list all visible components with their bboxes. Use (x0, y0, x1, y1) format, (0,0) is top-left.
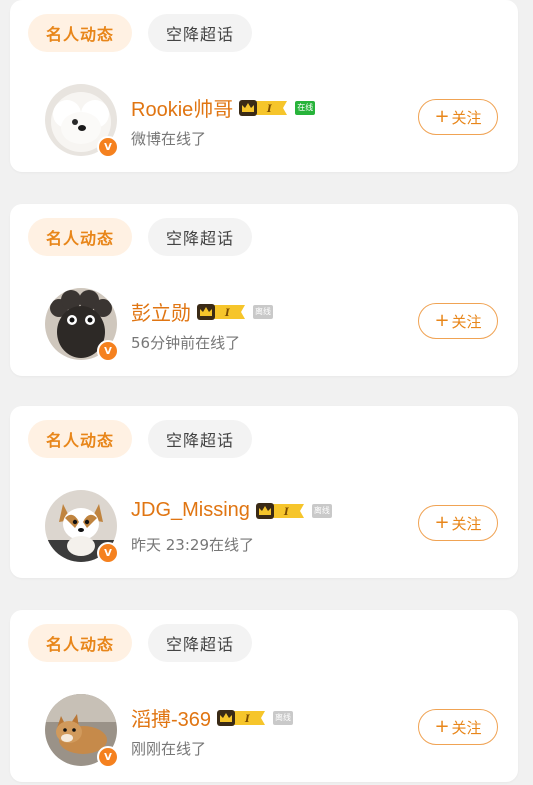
avatar[interactable]: V (45, 288, 119, 362)
svg-text:I: I (283, 507, 289, 518)
tab-celebrity-updates[interactable]: 名人动态 (28, 624, 133, 662)
avatar[interactable]: V (45, 84, 119, 158)
plus-icon: + (434, 310, 450, 331)
tab-super-topic[interactable]: 空降超话 (148, 420, 253, 458)
follow-button[interactable]: + 关注 (418, 505, 498, 541)
user-name[interactable]: 彭立勋 (131, 297, 191, 326)
verified-badge-icon: V (97, 136, 119, 158)
tab-celebrity-updates[interactable]: 名人动态 (28, 14, 133, 52)
offline-status-badge: 离线 (253, 304, 273, 319)
verified-badge-icon: V (97, 746, 119, 768)
user-name[interactable]: JDG_Missing (131, 499, 250, 522)
user-card: 名人动态 空降超话 V 滔搏-369 I 离线 刚刚在线了 + 关注 (10, 610, 518, 782)
plus-icon: + (434, 716, 450, 737)
card-tabs: 名人动态 空降超话 (28, 218, 253, 256)
tab-super-topic[interactable]: 空降超话 (148, 218, 253, 256)
follow-button[interactable]: + 关注 (418, 709, 498, 745)
svg-text:I: I (224, 308, 230, 319)
vip-crown-icon[interactable]: I (255, 502, 306, 520)
tab-celebrity-updates[interactable]: 名人动态 (28, 218, 133, 256)
plus-icon: + (434, 106, 450, 127)
plus-icon: + (434, 512, 450, 533)
offline-status-badge: 离线 (311, 503, 332, 518)
online-status-badge: 在线 (295, 100, 316, 115)
follow-label: 关注 (451, 718, 482, 737)
avatar[interactable]: V (45, 694, 119, 768)
offline-status-badge: 离线 (273, 710, 294, 725)
follow-button[interactable]: + 关注 (418, 303, 498, 339)
avatar[interactable]: V (45, 490, 119, 564)
user-name[interactable]: 滔搏-369 (131, 703, 211, 732)
name-row: 彭立勋 I 离线 (131, 297, 273, 326)
follow-label: 关注 (451, 108, 482, 127)
follow-label: 关注 (451, 514, 482, 533)
card-tabs: 名人动态 空降超话 (28, 420, 253, 458)
name-row: Rookie帅哥 I 在线 (131, 93, 316, 122)
user-card: 名人动态 空降超话 V JDG_Missing I 离线 昨天 23:29在线了… (10, 406, 518, 578)
online-time-text: 刚刚在线了 (131, 740, 207, 758)
user-card: 名人动态 空降超话 V Rookie帅哥 I 在线 微博在线了 + 关注 (10, 0, 518, 172)
follow-label: 关注 (451, 312, 482, 331)
online-time-text: 昨天 23:29在线了 (131, 536, 254, 554)
user-name[interactable]: Rookie帅哥 (131, 93, 233, 122)
verified-badge-icon: V (97, 542, 119, 564)
vip-crown-icon[interactable]: I (197, 303, 247, 321)
user-card: 名人动态 空降超话 V 彭立勋 I 离线 56分钟前在线了 + 关注 (10, 204, 518, 376)
tab-celebrity-updates[interactable]: 名人动态 (28, 420, 133, 458)
online-time-text: 微博在线了 (131, 130, 207, 148)
online-time-text: 56分钟前在线了 (131, 334, 241, 352)
card-tabs: 名人动态 空降超话 (28, 624, 253, 662)
svg-text:I: I (266, 104, 272, 115)
svg-text:I: I (244, 714, 250, 725)
vip-crown-icon[interactable]: I (217, 709, 267, 727)
tab-super-topic[interactable]: 空降超话 (148, 14, 253, 52)
card-tabs: 名人动态 空降超话 (28, 14, 253, 52)
name-row: JDG_Missing I 离线 (131, 499, 332, 522)
tab-super-topic[interactable]: 空降超话 (148, 624, 253, 662)
vip-crown-icon[interactable]: I (239, 99, 289, 117)
verified-badge-icon: V (97, 340, 119, 362)
name-row: 滔搏-369 I 离线 (131, 703, 294, 732)
follow-button[interactable]: + 关注 (418, 99, 498, 135)
